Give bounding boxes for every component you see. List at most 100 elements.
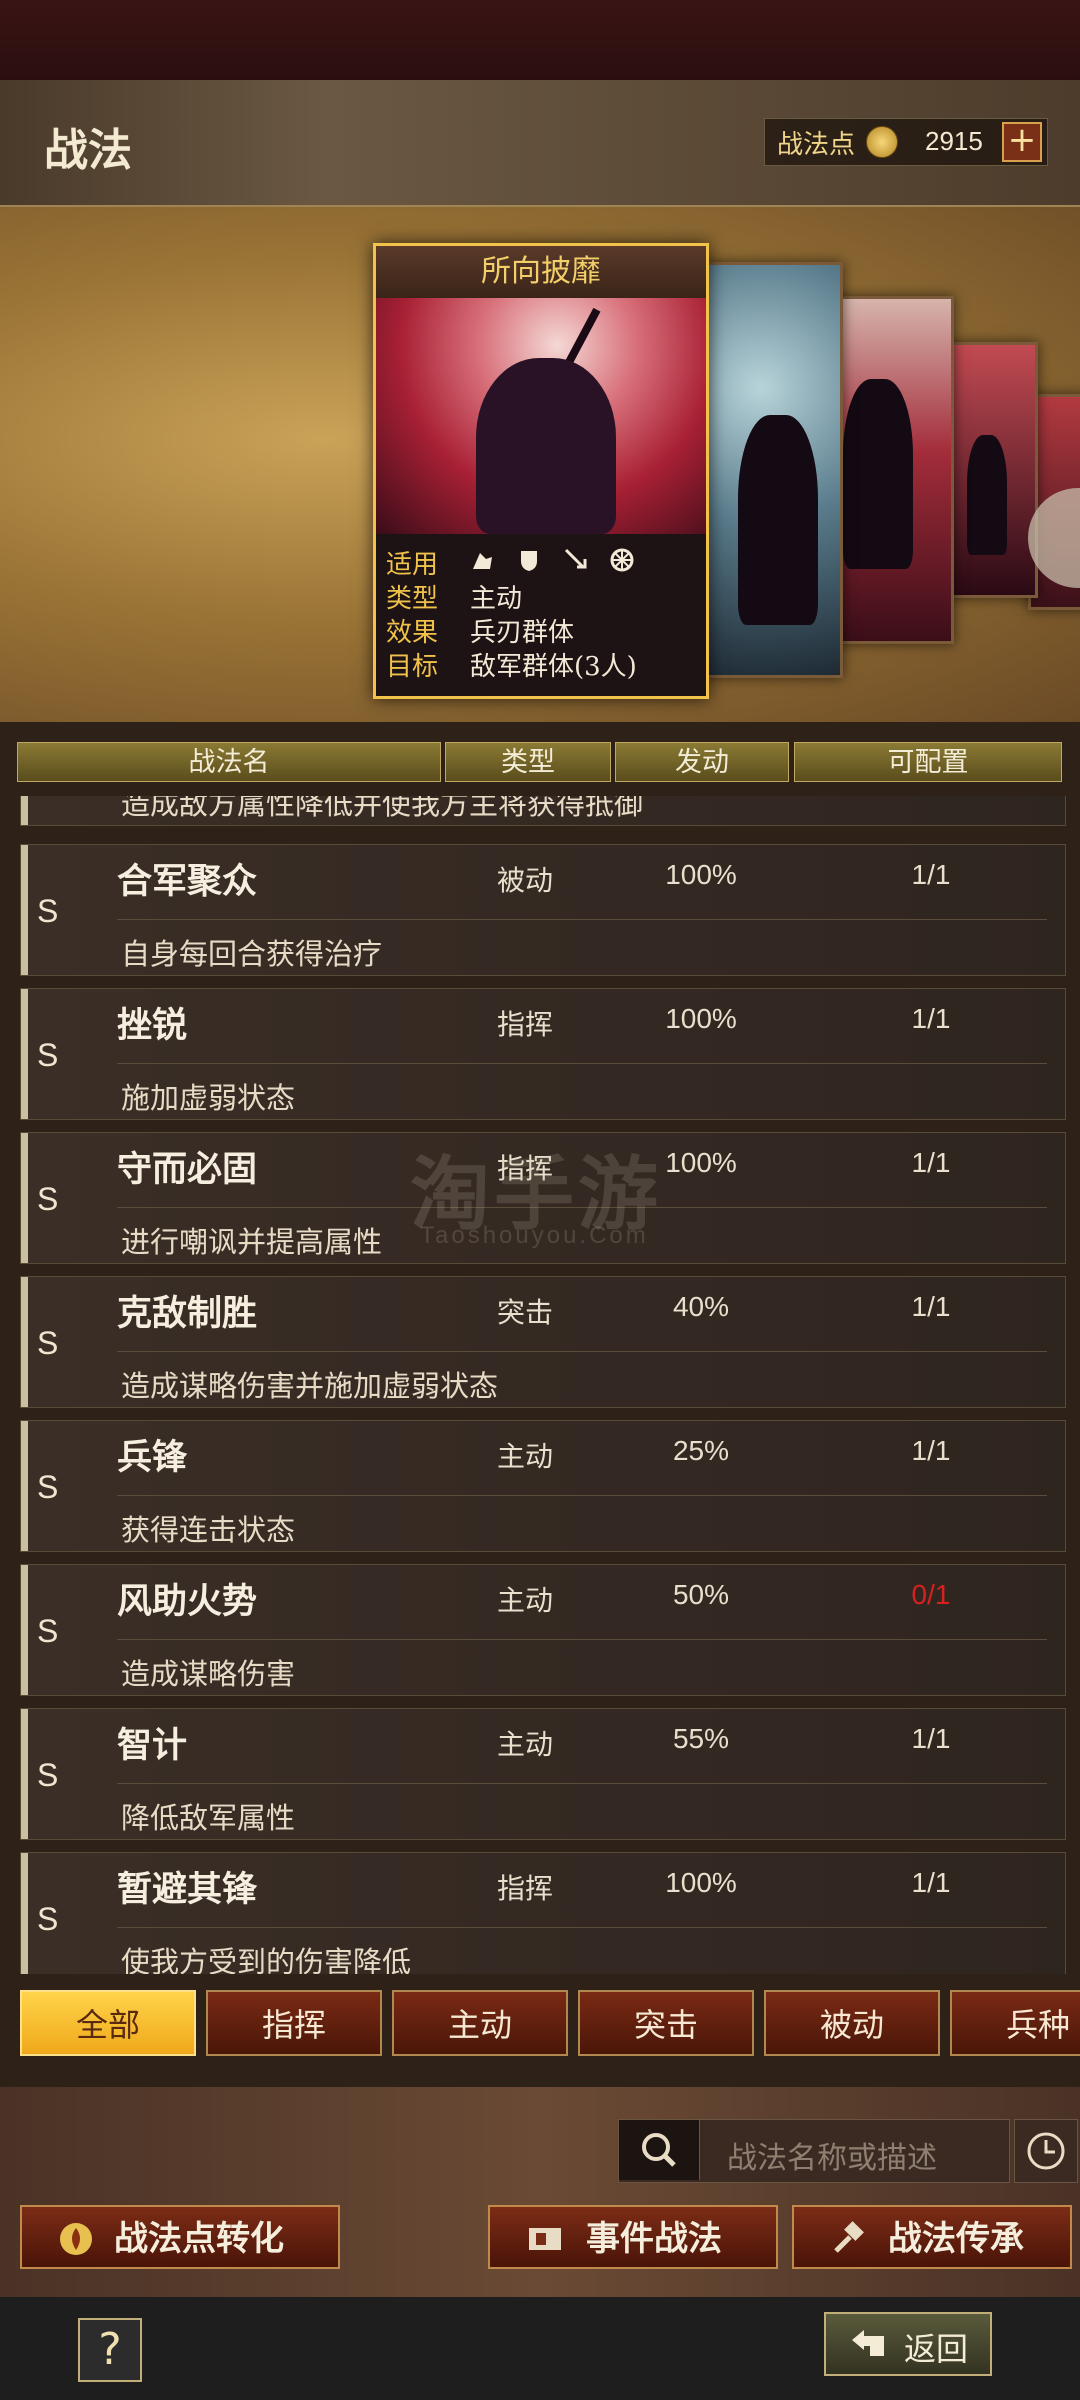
row-grade: S	[37, 1181, 59, 1217]
back-arrow-icon	[852, 2330, 884, 2356]
table-row[interactable]: S 挫锐 指挥 100% 1/1 施加虚弱状态	[20, 988, 1066, 1120]
row-name: 智计	[117, 1725, 188, 1766]
row-desc: 自身每回合获得治疗	[121, 937, 383, 971]
table-row-partial[interactable]: 造成敌方属性降低并使我方主将获得抵御	[20, 796, 1066, 826]
filter-tab-assault[interactable]: 突击	[578, 1990, 754, 2056]
history-clock-icon[interactable]	[1014, 2119, 1078, 2183]
add-points-button[interactable]: +	[1002, 122, 1042, 162]
convert-points-button[interactable]: 战法点转化	[20, 2205, 340, 2269]
row-config: 1/1	[911, 1723, 951, 1754]
table-row[interactable]: S 风助火势 主动 50% 0/1 造成谋略伤害	[20, 1564, 1066, 1696]
hammer-icon	[834, 2221, 864, 2253]
field-key-effect: 效果	[386, 618, 439, 648]
wheel-icon	[610, 548, 634, 572]
row-type: 指挥	[497, 1008, 554, 1041]
tactic-points-label: 战法点	[777, 130, 856, 160]
filter-tab-troop[interactable]: 兵种	[950, 1990, 1080, 2056]
carousel-card-4[interactable]	[944, 342, 1038, 598]
field-value-effect: 兵刃群体	[470, 618, 575, 648]
row-divider	[117, 1063, 1047, 1064]
tactics-list[interactable]: 造成敌方属性降低并使我方主将获得抵御 S 合军聚众 被动 100% 1/1 自身每回合获得…	[20, 796, 1066, 1974]
row-type: 主动	[497, 1728, 554, 1761]
field-key-target: 目标	[386, 652, 439, 682]
search-box[interactable]: 战法名称或描述	[618, 2119, 1010, 2183]
row-divider	[117, 1639, 1047, 1640]
row-grade: S	[37, 1901, 59, 1937]
tactic-inherit-label: 战法传承	[888, 2219, 1024, 2259]
row-grade: S	[37, 1469, 59, 1505]
row-grade: S	[37, 1037, 59, 1073]
event-tactics-label: 事件战法	[586, 2219, 722, 2259]
filter-tab-all[interactable]: 全部	[20, 1990, 196, 2056]
row-rate: 50%	[672, 1579, 730, 1610]
top-status-strip	[0, 0, 1080, 80]
row-rate: 100%	[665, 1867, 737, 1898]
row-config: 1/1	[911, 1003, 951, 1034]
row-config: 1/1	[911, 1147, 951, 1178]
filter-tab-passive[interactable]: 被动	[764, 1990, 940, 2056]
row-name: 风助火势	[117, 1581, 258, 1622]
row-config: 1/1	[911, 1291, 951, 1322]
featured-card-art	[376, 298, 706, 534]
event-tactics-button[interactable]: 事件战法	[488, 2205, 778, 2269]
column-header-trigger[interactable]: 发动	[615, 742, 789, 782]
row-accent-bar	[21, 1277, 28, 1407]
row-grade: S	[37, 1325, 59, 1361]
page-title: 战法	[44, 125, 132, 176]
carousel-card-3[interactable]	[830, 296, 954, 644]
filter-tab-active[interactable]: 主动	[392, 1990, 568, 2056]
table-row[interactable]: S 暂避其锋 指挥 100% 1/1 使我方受到的伤害降低	[20, 1852, 1066, 1974]
row-type: 被动	[497, 864, 554, 897]
tactic-inherit-button[interactable]: 战法传承	[792, 2205, 1072, 2269]
row-name: 兵锋	[117, 1437, 188, 1478]
shield-icon	[521, 551, 538, 571]
back-button[interactable]: 返回	[824, 2312, 992, 2376]
table-row[interactable]: S 智计 主动 55% 1/1 降低敌军属性	[20, 1708, 1066, 1840]
search-input[interactable]: 战法名称或描述	[727, 2133, 937, 2177]
table-row[interactable]: S 兵锋 主动 25% 1/1 获得连击状态	[20, 1420, 1066, 1552]
table-row[interactable]: S 克敌制胜 突击 40% 1/1 造成谋略伤害并施加虚弱状态	[20, 1276, 1066, 1408]
row-name: 克敌制胜	[117, 1293, 258, 1334]
featured-card-info: 适用 类型 主动 效果 兵刃群体 目标 敌军群体(3人)	[376, 534, 706, 696]
row-rate: 100%	[665, 1003, 737, 1034]
row-grade: S	[37, 1757, 59, 1793]
row-name: 暂避其锋	[117, 1869, 258, 1910]
row-desc: 造成敌方属性降低并使我方主将获得抵御	[121, 796, 644, 821]
row-accent-bar	[21, 1133, 28, 1263]
scroll-icon	[529, 2228, 561, 2250]
filter-tab-command[interactable]: 指挥	[206, 1990, 382, 2056]
watermark-url: Taoshouyou.Com	[420, 1222, 649, 1249]
row-type: 突击	[497, 1296, 554, 1329]
row-rate: 55%	[672, 1723, 730, 1754]
row-desc: 使我方受到的伤害降低	[121, 1945, 412, 1974]
column-header-name[interactable]: 战法名	[17, 742, 441, 782]
row-desc: 施加虚弱状态	[121, 1081, 296, 1115]
tactic-points-value: 2915	[925, 126, 983, 156]
search-icon[interactable]	[619, 2120, 700, 2180]
row-accent-bar	[21, 1565, 28, 1695]
table-row[interactable]: S 合军聚众 被动 100% 1/1 自身每回合获得治疗	[20, 844, 1066, 976]
row-config: 1/1	[911, 859, 951, 890]
field-value-type: 主动	[470, 584, 523, 614]
row-accent-bar	[21, 989, 28, 1119]
row-name: 挫锐	[117, 1005, 188, 1046]
row-rate: 25%	[672, 1435, 730, 1466]
row-grade: S	[37, 1613, 59, 1649]
field-key-applicable: 适用	[386, 550, 439, 580]
row-divider	[117, 1783, 1047, 1784]
column-header-type[interactable]: 类型	[445, 742, 611, 782]
row-config: 1/1	[911, 1867, 951, 1898]
row-desc: 造成谋略伤害并施加虚弱状态	[121, 1369, 499, 1403]
row-rate: 100%	[665, 859, 737, 890]
row-desc: 进行嘲讽并提高属性	[121, 1225, 383, 1259]
carousel-card-2[interactable]	[705, 262, 843, 678]
column-header-config[interactable]: 可配置	[794, 742, 1062, 782]
row-config: 0/1	[911, 1579, 951, 1610]
cavalry-icon	[473, 553, 492, 569]
row-desc: 获得连击状态	[121, 1513, 296, 1547]
row-divider	[117, 919, 1047, 920]
help-button[interactable]: ?	[78, 2318, 142, 2382]
field-value-target: 敌军群体(3人)	[470, 652, 637, 682]
row-name: 守而必固	[117, 1149, 258, 1190]
featured-tactic-card[interactable]: 所向披靡 适用 类型 主动 效果 兵刃群体 目标 敌军群体(3人)	[373, 243, 709, 699]
